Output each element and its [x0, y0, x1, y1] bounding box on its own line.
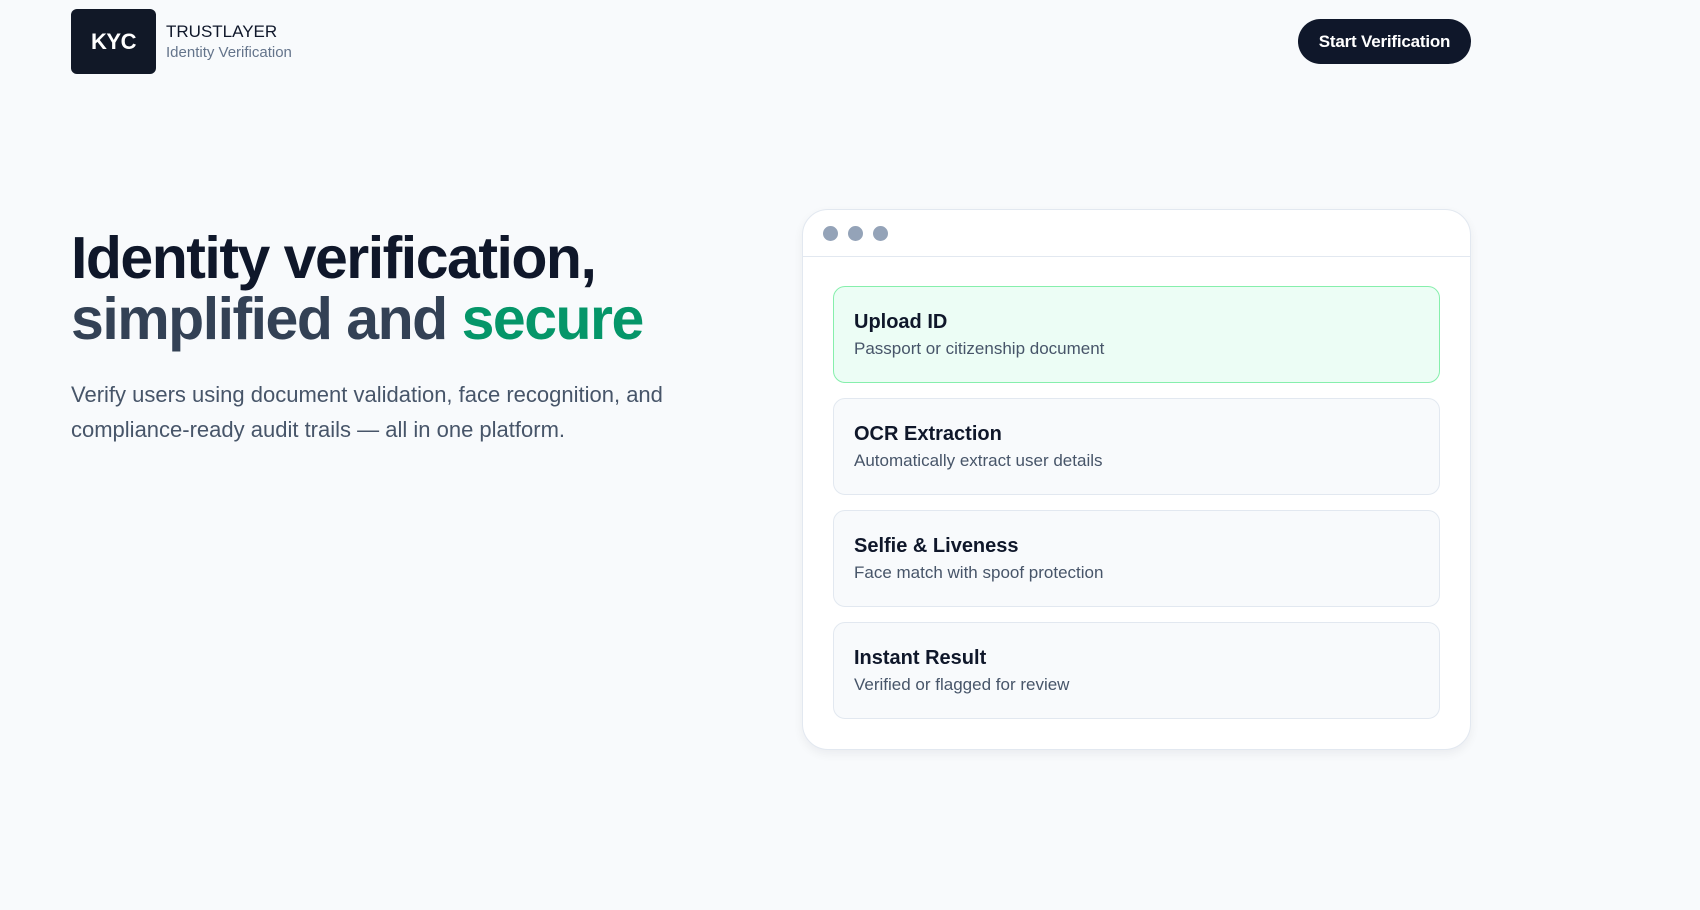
step-ocr-extraction[interactable]: OCR Extraction Automatically extract use… [833, 398, 1440, 495]
step-selfie-liveness[interactable]: Selfie & Liveness Face match with spoof … [833, 510, 1440, 607]
step-title: Selfie & Liveness [854, 535, 1019, 557]
logo-text: KYC [91, 28, 136, 54]
site-header: KYC TRUSTLAYER Identity Verification Sta… [0, 0, 1700, 84]
hero-title-line1: Identity verification, [71, 225, 597, 291]
hero-section: Identity verification, simplified and se… [71, 228, 721, 447]
step-upload-id[interactable]: Upload ID Passport or citizenship docume… [833, 286, 1440, 383]
hero-title-accent: secure [461, 286, 645, 352]
start-verification-button[interactable]: Start Verification [1298, 19, 1471, 64]
window-dot-icon [848, 225, 863, 241]
step-instant-result[interactable]: Instant Result Verified or flagged for r… [833, 622, 1440, 719]
step-subtitle: Face match with spoof protection [854, 563, 1104, 582]
logo[interactable]: KYC [71, 9, 156, 74]
step-title: OCR Extraction [854, 423, 1002, 445]
window-bar [803, 210, 1470, 257]
hero-description: Verify users using document validation, … [71, 382, 663, 442]
hero-title: Identity verification, simplified and se… [71, 228, 721, 350]
steps-list: Upload ID Passport or citizenship docume… [803, 257, 1470, 719]
hero-title-line2: simplified and [71, 286, 462, 352]
window-dot-icon [873, 225, 888, 241]
step-subtitle: Passport or citizenship document [854, 339, 1105, 358]
brand-subtitle: Identity Verification [166, 44, 292, 61]
step-title: Instant Result [854, 647, 987, 669]
step-title: Upload ID [854, 311, 948, 333]
window-dot-icon [823, 225, 838, 241]
verification-steps-panel: Upload ID Passport or citizenship docume… [802, 209, 1471, 750]
brand: TRUSTLAYER Identity Verification [166, 22, 292, 64]
brand-name: TRUSTLAYER [166, 22, 278, 41]
step-subtitle: Verified or flagged for review [854, 675, 1070, 694]
step-subtitle: Automatically extract user details [854, 451, 1103, 470]
